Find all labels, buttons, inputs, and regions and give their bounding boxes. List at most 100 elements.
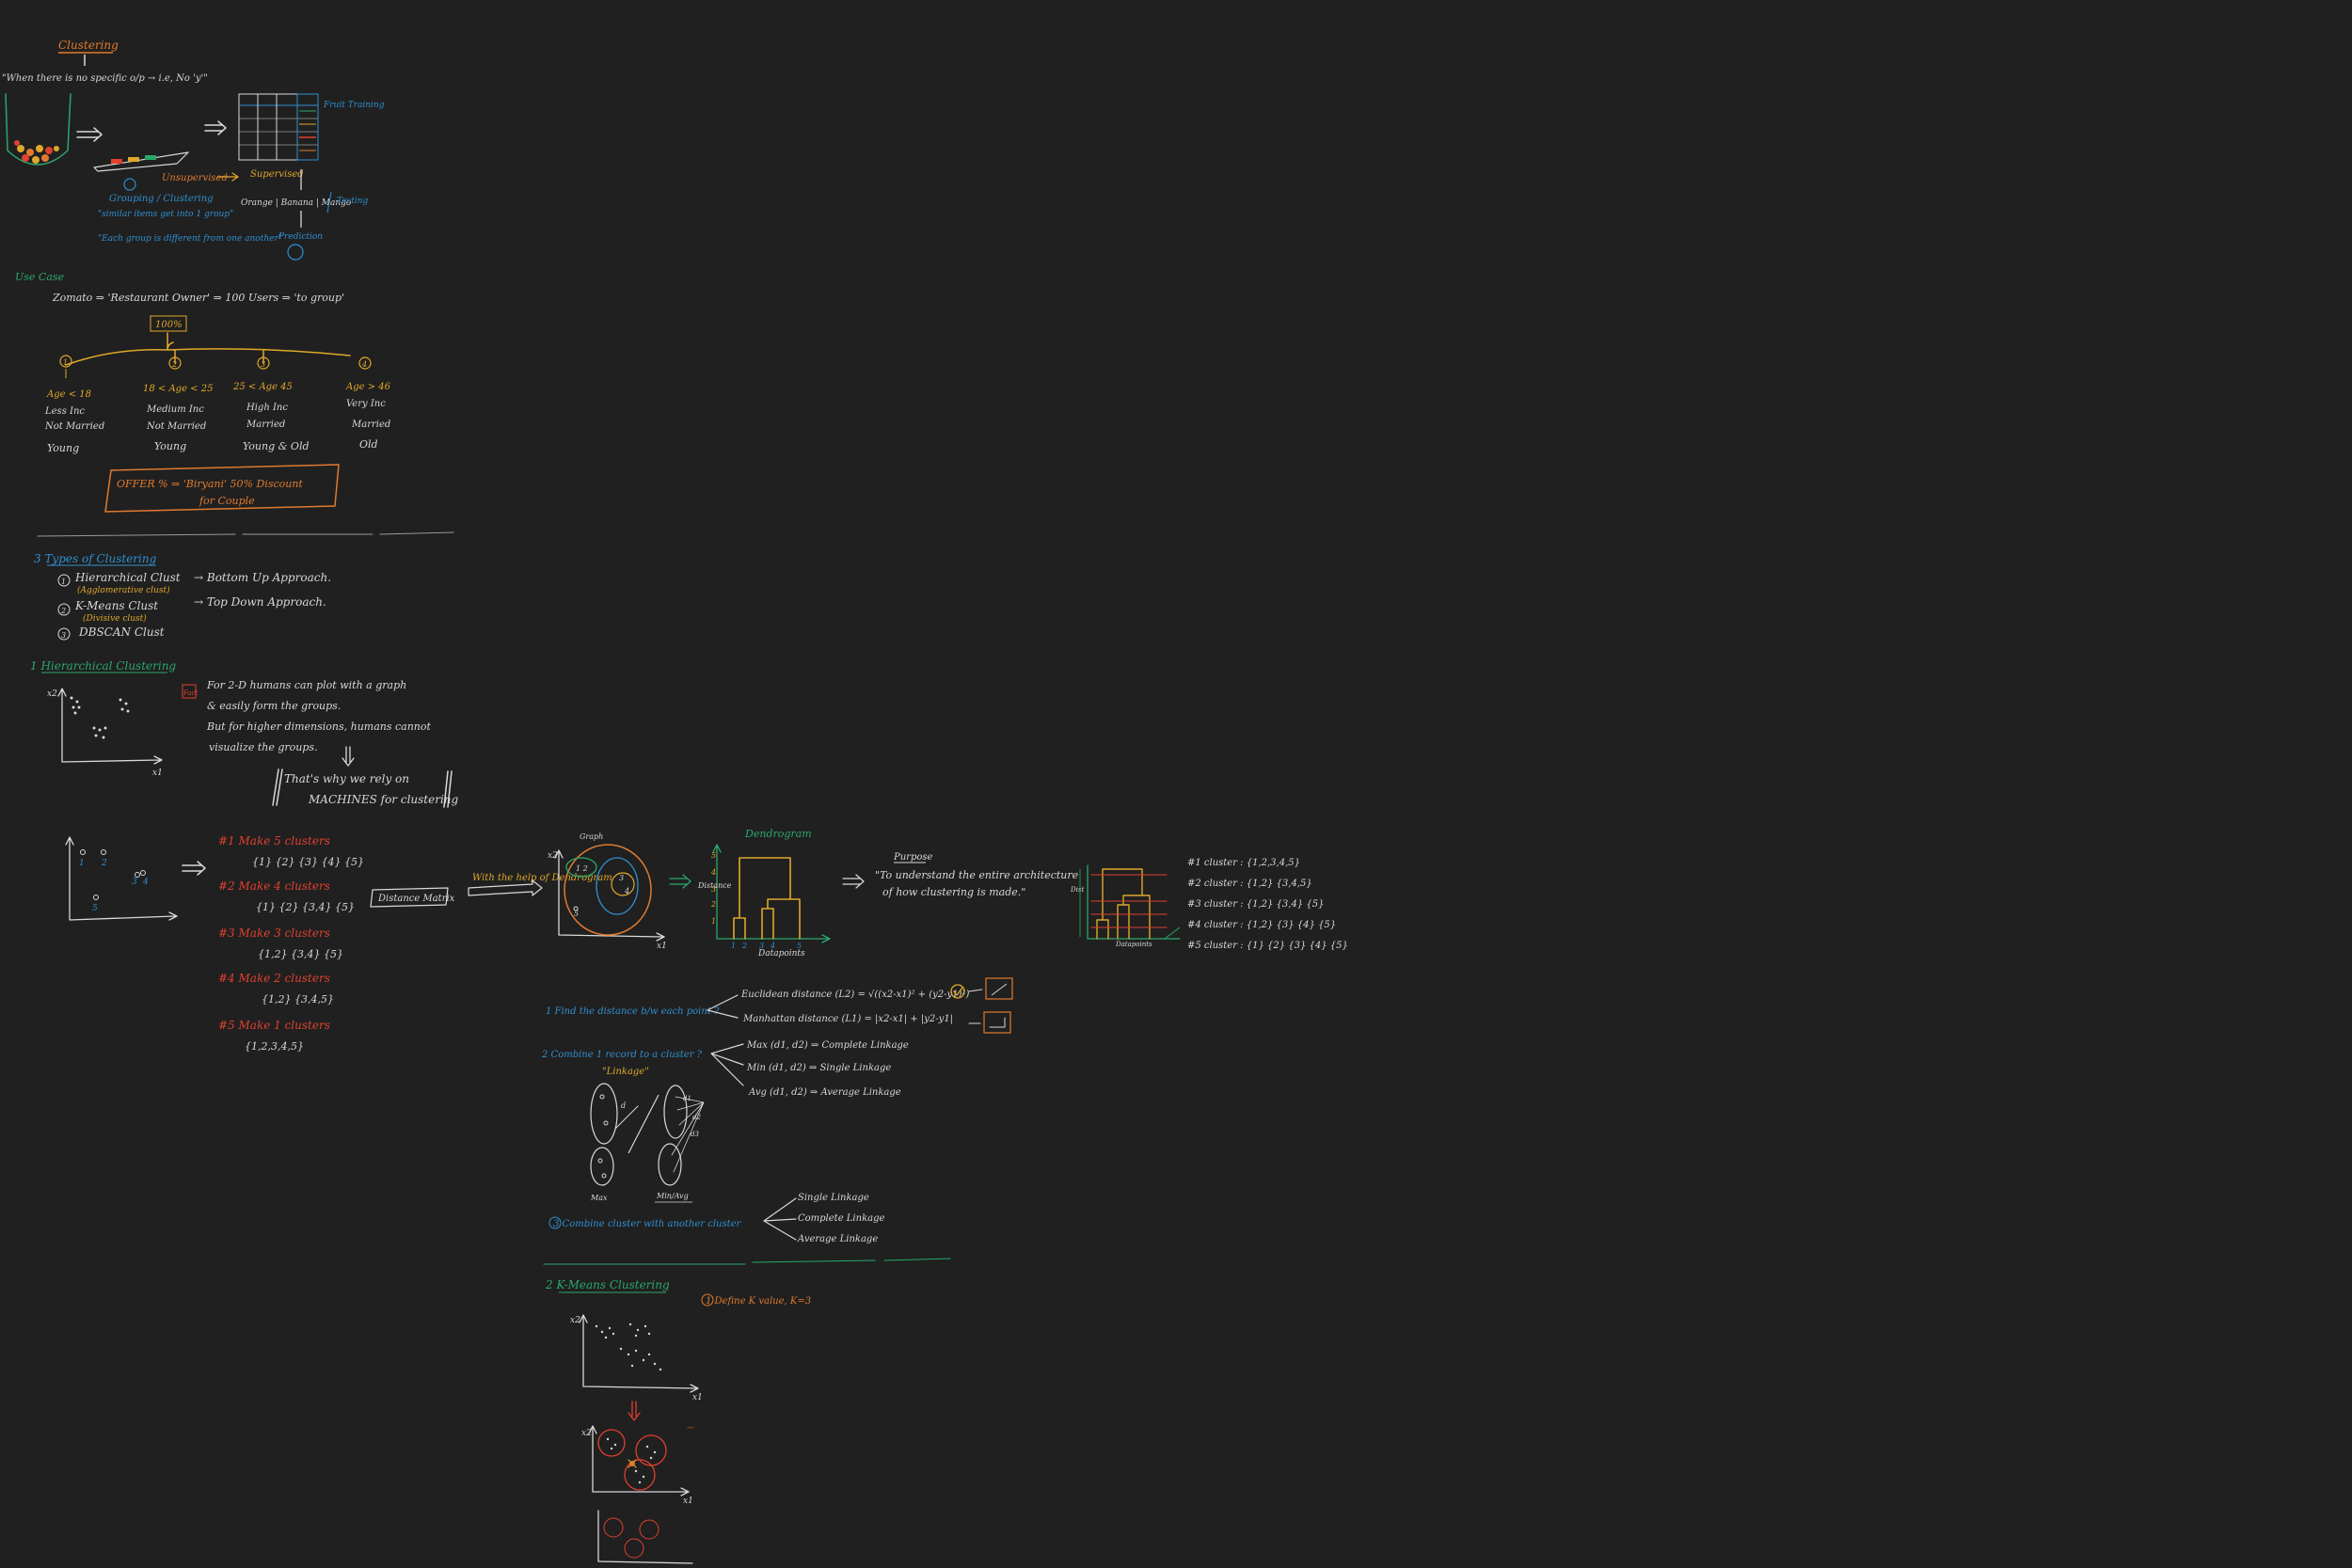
fruit-bowl-icon	[5, 93, 72, 166]
similar-note: "similar items get into 1 group"	[98, 210, 233, 219]
type-sub: (Agglomerative clust)	[77, 585, 170, 595]
linkage-word: "Linkage"	[602, 1067, 649, 1077]
step-value: {1,2,3,4,5}	[245, 1040, 304, 1053]
divider-1	[37, 531, 454, 537]
kmeans-heading: 2 K-Means Clustering	[545, 1278, 670, 1291]
average-linkage: Average Linkage	[797, 1234, 878, 1244]
svg-text:4: 4	[770, 942, 775, 950]
euclid-diagram-box	[985, 977, 1013, 1000]
grouping-label: Grouping / Clustering	[109, 194, 214, 204]
step-value: {1} {2} {3,4} {5}	[256, 901, 355, 913]
conveyor-item	[111, 159, 122, 164]
group-num: 1	[63, 358, 68, 367]
datapoints-label: Datapoints	[757, 949, 805, 958]
fact-line: visualize the groups.	[209, 741, 318, 753]
double-arrow-1	[76, 127, 103, 142]
fact-tag: Fact	[183, 689, 198, 697]
svg-text:x2: x2	[570, 1316, 580, 1325]
kmeans-section: 2 K-Means Clustering 1 Define K value, K…	[545, 1278, 811, 1564]
svg-text:5: 5	[711, 851, 716, 860]
arrow-to-steps	[182, 861, 206, 876]
svg-text:4: 4	[710, 868, 716, 877]
clustering-title: Clustering	[58, 39, 119, 52]
prediction-label: Prediction	[278, 232, 323, 242]
single-linkage: Single Linkage	[798, 1193, 869, 1203]
conclusion-2: MACHINES for clustering	[308, 793, 459, 806]
avg-linkage: Avg (d1, d2) ⇒ Average Linkage	[748, 1087, 901, 1098]
group-age: Age < 18	[46, 389, 91, 400]
type-num: 1	[61, 578, 66, 586]
hierarchical-section: 1 Hierarchical Clustering x2 x1 Fact For…	[30, 659, 1348, 1053]
group-label: Young & Old	[243, 440, 310, 452]
manhattan-diagram-box	[983, 1011, 1011, 1034]
supervised-label: Supervised	[250, 169, 304, 180]
type-name: K-Means Clust	[74, 599, 158, 612]
cluster-list-item: #5 cluster : {1} {2} {3} {4} {5}	[1187, 941, 1348, 951]
step-title: #4 Make 2 clusters	[218, 972, 330, 985]
svg-text:x2: x2	[47, 689, 57, 699]
complete-linkage: Complete Linkage	[798, 1213, 884, 1224]
svg-text:2: 2	[741, 942, 747, 950]
step-value: {1,2} {3,4} {5}	[258, 948, 343, 960]
type-num: 2	[60, 607, 66, 615]
euclid-formula: Euclidean distance (L2) = √((x2-x1)² + (…	[740, 990, 969, 1000]
group-circles	[59, 355, 372, 370]
dendrogram: Dendrogram Distance Datapoints 54321 123…	[697, 828, 831, 958]
usecase-heading: Use Case	[15, 271, 65, 283]
types-section: 3 Types of Clustering 1 Hierarchical Clu…	[34, 552, 331, 641]
hierarchical-heading: 1 Hierarchical Clustering	[30, 659, 176, 673]
svg-text:x1: x1	[683, 1497, 693, 1506]
dendrogram-title: Dendrogram	[744, 828, 812, 840]
group-num: 2	[171, 360, 177, 369]
svg-text:1 2: 1 2	[576, 864, 588, 873]
total-label: 100%	[155, 320, 183, 330]
group-income: Less Inc	[44, 406, 85, 417]
fact-line: For 2-D humans can plot with a graph	[206, 679, 406, 691]
group-num: 4	[361, 360, 367, 369]
max-linkage: Max (d1, d2) ⇒ Complete Linkage	[746, 1040, 909, 1051]
svg-text:4: 4	[142, 878, 149, 887]
svg-text:3: 3	[711, 885, 716, 894]
svg-text:d1: d1	[683, 1095, 691, 1102]
group-label: Young	[154, 440, 186, 452]
type-name: Hierarchical Clust	[74, 571, 181, 584]
distance-step-3: 3 Combine cluster with another cluster	[553, 1219, 742, 1229]
cluster-list-item: #4 cluster : {1,2} {3} {4} {5}	[1187, 920, 1336, 930]
cluster-list: #1 cluster : {1,2,3,4,5} #2 cluster : {1…	[1187, 858, 1348, 951]
step-one-circle	[123, 178, 136, 191]
fruit-table-label: Fruit Training	[323, 101, 385, 110]
purpose-line-2: of how clustering is made."	[882, 886, 1025, 898]
type-name: DBSCAN Clust	[78, 626, 165, 639]
cluster-list-item: #1 cluster : {1,2,3,4,5}	[1187, 858, 1300, 868]
testing-label: Testing	[337, 197, 369, 206]
output-classes: Orange | Banana | Mango	[241, 198, 352, 208]
step-title: #2 Make 4 clusters	[218, 879, 330, 893]
type-approach: → Top Down Approach.	[194, 595, 326, 609]
type-num: 3	[61, 631, 66, 640]
purpose-title: Purpose	[893, 852, 933, 863]
svg-text:d: d	[621, 1101, 626, 1110]
kmeans-step-1: 1 Define K value, K=3	[706, 1296, 811, 1307]
group-income: Very Inc	[346, 399, 386, 409]
arrow-to-purpose	[842, 874, 865, 889]
min-linkage: Min (d1, d2) ⇒ Single Linkage	[746, 1063, 891, 1073]
whiteboard-canvas: Clustering "When there is no specific o/…	[2, 39, 1348, 1564]
usecase-line: Zomato ⇒ 'Restaurant Owner' ⇒ 100 Users …	[52, 292, 344, 304]
svg-text:x1: x1	[657, 942, 667, 951]
usecase-section: Use Case Zomato ⇒ 'Restaurant Owner' ⇒ 1…	[15, 271, 391, 513]
group-status: Not Married	[44, 421, 104, 432]
double-arrow-dendro	[669, 874, 691, 889]
svg-text:3: 3	[619, 874, 624, 882]
svg-text:5: 5	[92, 904, 98, 913]
purpose-line-1: "To understand the entire architecture	[875, 869, 1079, 881]
svg-text:3: 3	[759, 942, 764, 950]
arrow-to-box	[968, 989, 983, 1024]
conclusion-1: That's why we rely on	[284, 772, 409, 785]
svg-text:x1: x1	[692, 1393, 703, 1402]
kmeans-scatter-1: x2 x1	[570, 1314, 703, 1402]
group-status: Not Married	[146, 421, 206, 432]
group-label: Old	[359, 438, 378, 451]
split-lines	[65, 332, 351, 366]
step-value: {1,2} {3,4,5}	[262, 993, 334, 1006]
group-label: Young	[47, 442, 79, 454]
